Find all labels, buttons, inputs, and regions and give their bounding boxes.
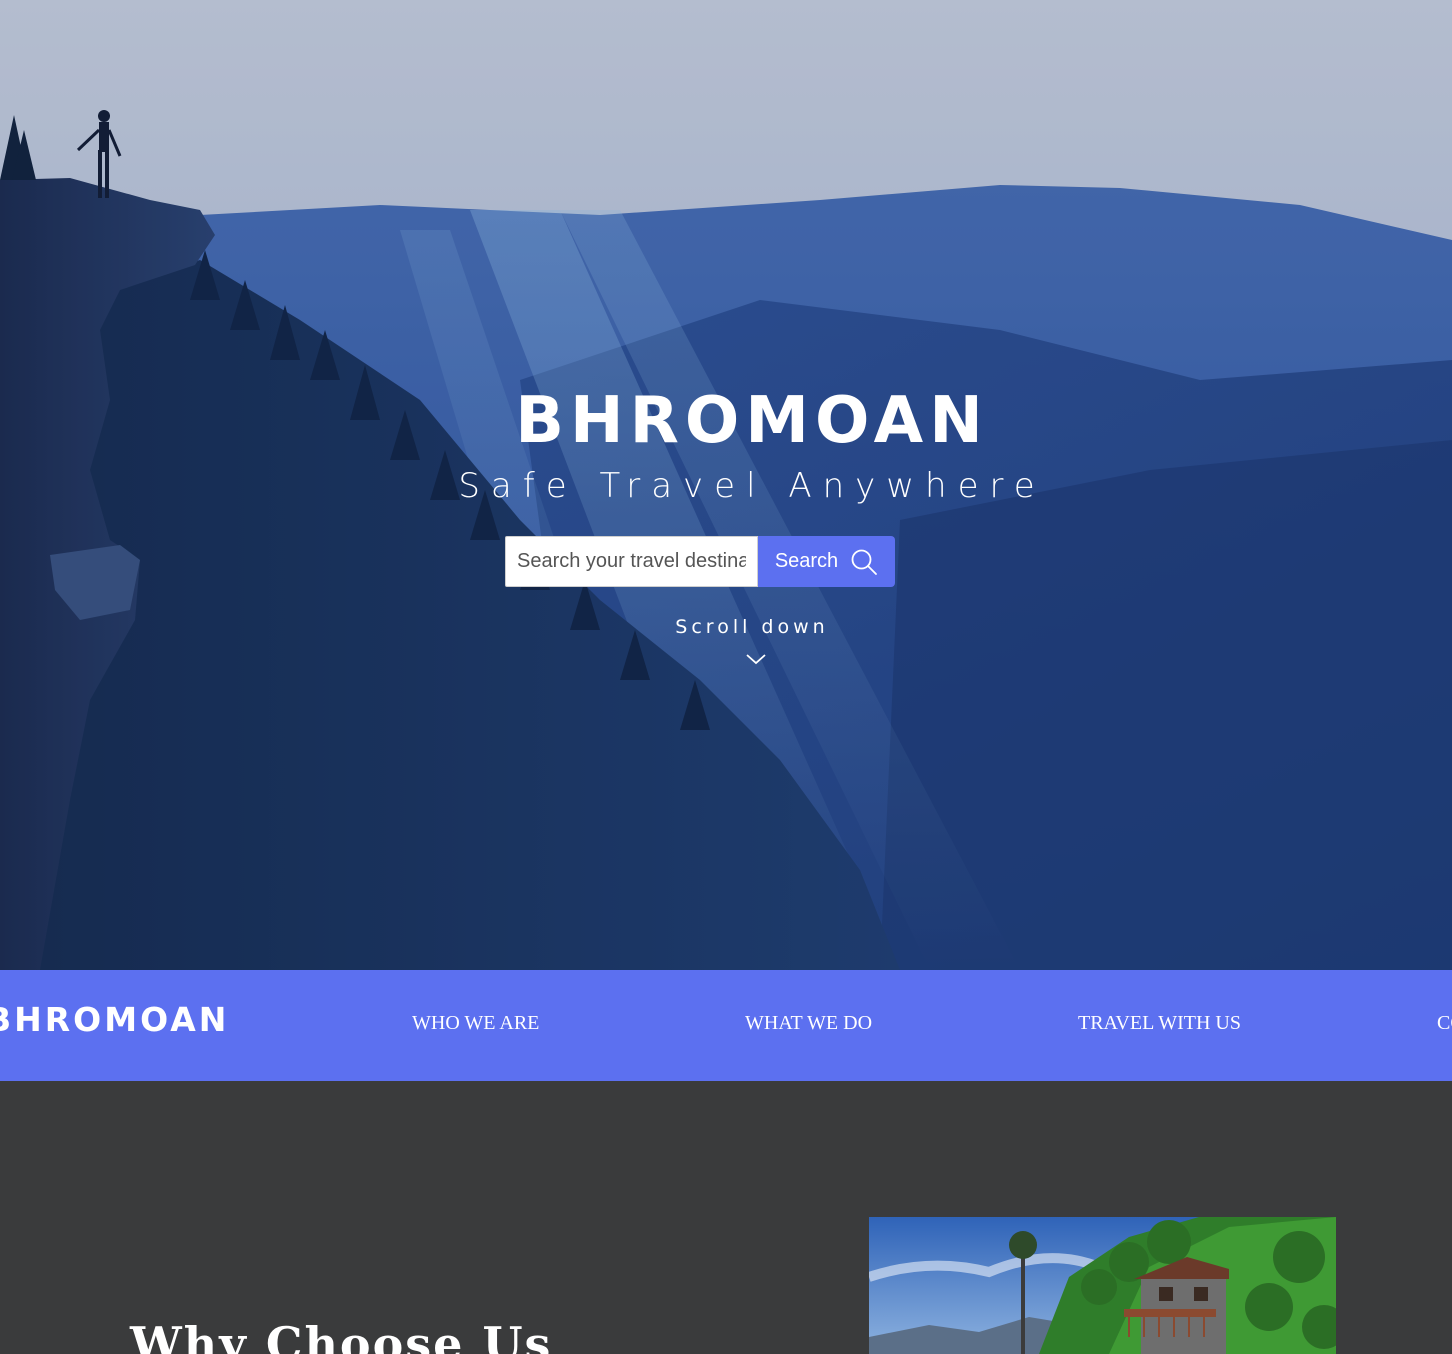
chevron-down-icon[interactable] (745, 652, 767, 671)
hero-section: BHROMOAN Safe Travel Anywhere Search Scr… (0, 0, 1452, 970)
search-input[interactable] (505, 536, 758, 587)
section-heading: Why Choose Us (130, 1317, 553, 1354)
hero-title: BHROMOAN (515, 384, 989, 458)
nav-logo[interactable]: BHROMOAN (0, 1000, 229, 1039)
search-button[interactable]: Search (758, 536, 895, 587)
nav-item-contact[interactable]: CONTACT (1437, 1012, 1452, 1035)
main-navbar: BHROMOAN WHO WE ARE WHAT WE DO TRAVEL WI… (0, 970, 1452, 1081)
search-icon (850, 548, 878, 576)
search-bar: Search (505, 536, 895, 587)
nav-item-who-we-are[interactable]: WHO WE ARE (412, 1012, 539, 1035)
search-button-label: Search (774, 550, 839, 572)
hero-tagline: Safe Travel Anywhere (458, 466, 1046, 506)
scroll-down-label[interactable]: Scroll down (0, 616, 1452, 638)
nav-item-travel-with-us[interactable]: TRAVEL WITH US (1078, 1012, 1241, 1035)
nav-item-what-we-do[interactable]: WHAT WE DO (745, 1012, 872, 1035)
why-choose-us-section: Why Choose Us (0, 1081, 1452, 1354)
treehouse-photo (869, 1217, 1336, 1354)
